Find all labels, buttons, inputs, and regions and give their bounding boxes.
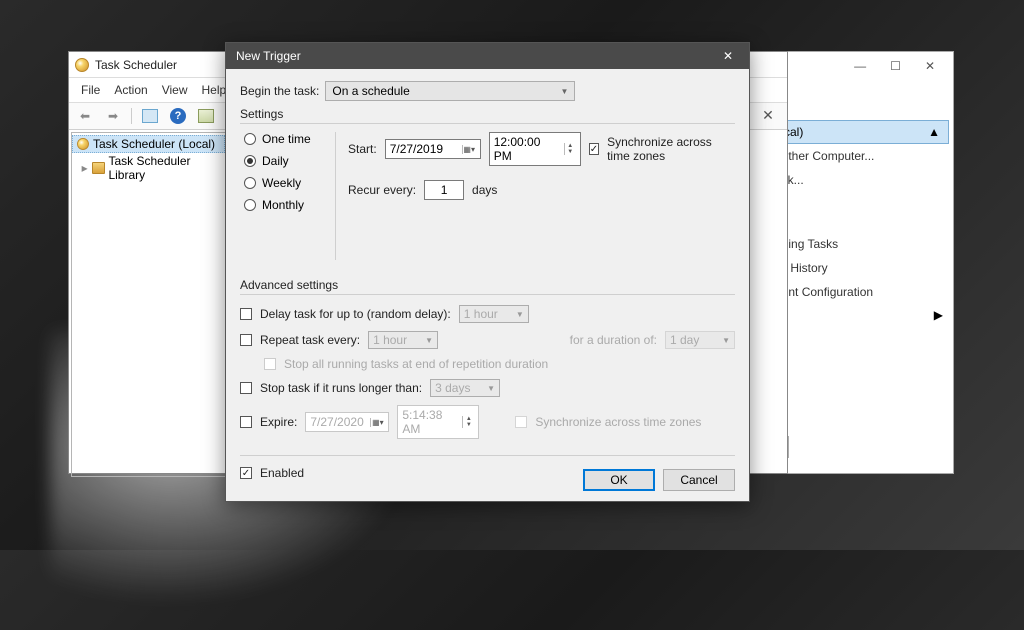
enabled-checkbox[interactable] — [240, 467, 252, 479]
ok-button[interactable]: OK — [583, 469, 655, 491]
menu-action[interactable]: Action — [108, 81, 153, 99]
dialog-title: New Trigger — [236, 49, 301, 63]
stoplong-checkbox[interactable] — [240, 382, 252, 394]
action-item[interactable]: nother Computer... — [775, 144, 953, 168]
menu-view[interactable]: View — [156, 81, 194, 99]
duration-label: for a duration of: — [570, 333, 657, 347]
stopall-label: Stop all running tasks at end of repetit… — [284, 357, 548, 371]
expire-sync-label: Synchronize across time zones — [535, 415, 701, 429]
tree-root-label: Task Scheduler (Local) — [93, 137, 215, 151]
dialog-titlebar: New Trigger ✕ — [226, 43, 749, 69]
chevron-down-icon: ▼ — [560, 87, 568, 96]
action-item[interactable]: ks History — [775, 256, 953, 280]
clock-icon — [75, 58, 89, 72]
radio-monthly[interactable]: Monthly — [244, 198, 335, 212]
begin-task-value: On a schedule — [332, 84, 409, 98]
recur-unit: days — [472, 183, 497, 197]
stoplong-label: Stop task if it runs longer than: — [260, 381, 422, 395]
sync-label: Synchronize across time zones — [607, 135, 735, 163]
repeat-select[interactable]: 1 hour▼ — [368, 331, 438, 349]
delay-label: Delay task for up to (random delay): — [260, 307, 451, 321]
forward-button: ➡ — [101, 106, 125, 126]
start-time-input[interactable]: 12:00:00 PM ▲▼ — [489, 132, 581, 166]
time-spinner[interactable]: ▲▼ — [564, 143, 576, 155]
start-date-input[interactable]: 7/27/2019 ▦▾ — [385, 139, 481, 159]
stoplong-select[interactable]: 3 days▼ — [430, 379, 500, 397]
sync-checkbox[interactable] — [589, 143, 599, 155]
delay-checkbox[interactable] — [240, 308, 252, 320]
expire-checkbox[interactable] — [240, 416, 252, 428]
cancel-button[interactable]: Cancel — [663, 469, 735, 491]
clock-icon — [77, 138, 89, 150]
maximize-icon[interactable]: ☐ — [890, 59, 901, 73]
radio-one-time[interactable]: One time — [244, 132, 335, 146]
start-label: Start: — [348, 142, 377, 156]
time-spinner[interactable]: ▲▼ — [462, 416, 474, 428]
begin-task-label: Begin the task: — [240, 84, 319, 98]
calendar-dropdown-icon[interactable]: ▦▾ — [370, 418, 384, 427]
delay-select[interactable]: 1 hour▼ — [459, 305, 529, 323]
expire-date-input[interactable]: 7/27/2020 ▦▾ — [305, 412, 389, 432]
duration-select: 1 day▼ — [665, 331, 735, 349]
radio-daily[interactable]: Daily — [244, 154, 335, 168]
tree-child-label: Task Scheduler Library — [108, 154, 222, 182]
tree-expand-icon[interactable]: ▸ — [80, 161, 89, 175]
expire-label: Expire: — [260, 415, 297, 429]
action-item[interactable]: ask... — [775, 168, 953, 192]
stopall-checkbox — [264, 358, 276, 370]
begin-task-select[interactable]: On a schedule ▼ — [325, 81, 575, 101]
tree-root[interactable]: Task Scheduler (Local) — [72, 135, 225, 153]
calendar-dropdown-icon[interactable]: ▦▾ — [462, 145, 476, 154]
action-item[interactable]: ount Configuration — [775, 280, 953, 304]
background-window: — ☐ ✕ cal) ▲ nother Computer... ask... n… — [774, 51, 954, 474]
repeat-checkbox[interactable] — [240, 334, 252, 346]
close-pane-icon[interactable]: ✕ — [755, 106, 781, 126]
close-icon[interactable]: ✕ — [925, 59, 935, 73]
advanced-label: Advanced settings — [240, 278, 735, 292]
minimize-icon[interactable]: — — [854, 59, 866, 73]
toolbar-panel-button[interactable] — [138, 106, 162, 126]
recur-input[interactable]: 1 — [424, 180, 464, 200]
recur-label: Recur every: — [348, 183, 416, 197]
enabled-label: Enabled — [260, 466, 304, 480]
folder-icon — [92, 162, 105, 174]
expire-sync-checkbox — [515, 416, 527, 428]
dialog-close-button[interactable]: ✕ — [711, 45, 745, 67]
tree-panel: Task Scheduler (Local) ▸ Task Scheduler … — [71, 132, 226, 477]
radio-weekly[interactable]: Weekly — [244, 176, 335, 190]
expire-time-input[interactable]: 5:14:38 AM ▲▼ — [397, 405, 479, 439]
toolbar-help-button[interactable]: ? — [166, 106, 190, 126]
expand-arrow-icon[interactable]: ▶ — [775, 304, 953, 326]
toolbar-calendar-button[interactable] — [194, 106, 218, 126]
tree-child[interactable]: ▸ Task Scheduler Library — [72, 153, 225, 183]
window-title: Task Scheduler — [95, 58, 177, 72]
actions-header[interactable]: cal) ▲ — [775, 120, 949, 144]
repeat-label: Repeat task every: — [260, 333, 360, 347]
new-trigger-dialog: New Trigger ✕ Begin the task: On a sched… — [225, 42, 750, 502]
collapse-icon[interactable]: ▲ — [928, 125, 940, 139]
settings-label: Settings — [240, 107, 735, 123]
back-button: ⬅ — [73, 106, 97, 126]
menu-file[interactable]: File — [75, 81, 106, 99]
action-item[interactable]: nning Tasks — [775, 232, 953, 256]
